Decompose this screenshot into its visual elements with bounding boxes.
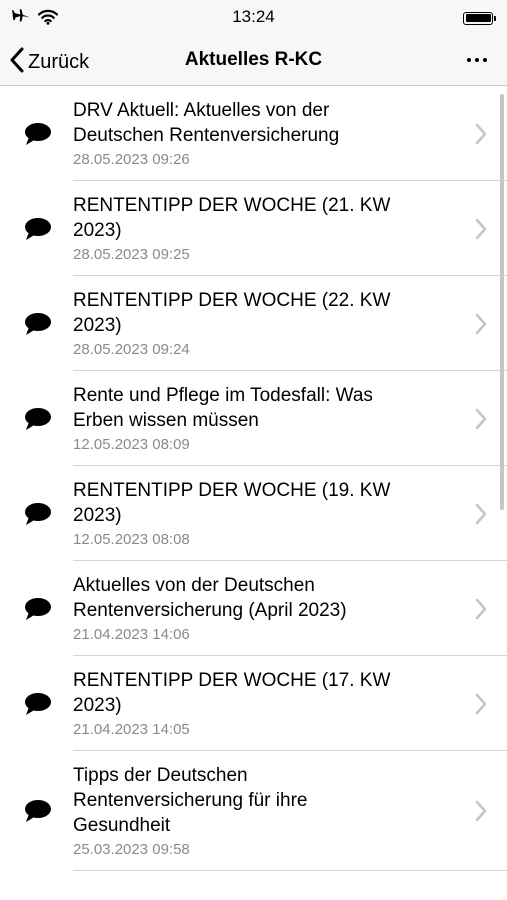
item-title-line: Erben wissen müssen	[73, 410, 259, 431]
news-list: DRV Aktuell: Aktuelles von der Deutschen…	[0, 86, 507, 900]
item-title-line: RENTENTIPP DER WOCHE (21. KW	[73, 195, 391, 216]
item-title-line: 2023)	[73, 220, 122, 241]
item-title-line: Rentenversicherung für ihre	[73, 790, 308, 811]
item-date: 12.05.2023 08:09	[73, 436, 190, 453]
list-item[interactable]: Aktuelles von der Deutschen Rentenversic…	[0, 561, 507, 656]
nav-bar: Zurück Aktuelles R-KC	[0, 36, 507, 86]
screen: 13:24 Zurück Aktuelles R-KC DRV Aktuell:…	[0, 0, 507, 900]
item-date: 12.05.2023 08:08	[73, 531, 190, 548]
item-date: 28.05.2023 09:25	[73, 246, 190, 263]
more-icon[interactable]	[467, 58, 487, 62]
chevron-right-icon	[475, 598, 487, 619]
list-item[interactable]: RENTENTIPP DER WOCHE (19. KW 2023) 12.05…	[0, 466, 507, 561]
speech-bubble-icon	[25, 502, 51, 525]
item-title-line: RENTENTIPP DER WOCHE (22. KW	[73, 290, 391, 311]
chevron-right-icon	[475, 123, 487, 144]
item-title-line: DRV Aktuell: Aktuelles von der	[73, 100, 330, 121]
speech-bubble-icon	[25, 217, 51, 240]
chevron-right-icon	[475, 503, 487, 524]
item-title-line: Deutschen Rentenversicherung	[73, 125, 340, 146]
list-item[interactable]: Rente und Pflege im Todesfall: Was Erben…	[0, 371, 507, 466]
speech-bubble-icon	[25, 597, 51, 620]
battery-icon	[463, 11, 497, 25]
speech-bubble-icon	[25, 800, 51, 822]
item-date: 25.03.2023 09:58	[73, 841, 190, 858]
status-bar: 13:24	[0, 0, 507, 36]
speech-bubble-icon	[25, 312, 51, 335]
item-title-line: RENTENTIPP DER WOCHE (17. KW	[73, 670, 391, 691]
item-title-line: Tipps der Deutschen	[73, 765, 248, 786]
item-title-line: Rente und Pflege im Todesfall: Was	[73, 385, 373, 406]
item-date: 28.05.2023 09:24	[73, 341, 190, 358]
status-time: 13:24	[232, 7, 275, 26]
list-item[interactable]: RENTENTIPP DER WOCHE (17. KW 2023) 21.04…	[0, 656, 507, 751]
item-title-line: 2023)	[73, 505, 122, 526]
item-date: 28.05.2023 09:26	[73, 151, 190, 168]
scrollbar[interactable]	[500, 94, 504, 510]
item-title-line: RENTENTIPP DER WOCHE (19. KW	[73, 480, 391, 501]
chevron-right-icon	[475, 218, 487, 239]
list-item[interactable]: DRV Aktuell: Aktuelles von der Deutschen…	[0, 86, 507, 181]
speech-bubble-icon	[25, 407, 51, 430]
page-title: Aktuelles R-KC	[184, 49, 323, 70]
item-title-line: Rentenversicherung (April 2023)	[73, 600, 347, 621]
item-date: 21.04.2023 14:05	[73, 721, 190, 738]
item-title-line: 2023)	[73, 315, 122, 336]
list-item[interactable]: Tipps der Deutschen Rentenversicherung f…	[0, 751, 507, 871]
item-title-line: Aktuelles von der Deutschen	[73, 575, 315, 596]
chevron-right-icon	[475, 693, 487, 714]
list-item[interactable]: RENTENTIPP DER WOCHE (22. KW 2023) 28.05…	[0, 276, 507, 371]
item-title-line: 2023)	[73, 695, 122, 716]
chevron-right-icon	[475, 800, 487, 822]
list-item[interactable]: RENTENTIPP DER WOCHE (21. KW 2023) 28.05…	[0, 181, 507, 276]
speech-bubble-icon	[25, 122, 51, 145]
item-title-line: Gesundheit	[73, 815, 171, 836]
item-date: 21.04.2023 14:06	[73, 626, 190, 643]
chevron-right-icon	[475, 313, 487, 334]
chevron-right-icon	[475, 408, 487, 429]
speech-bubble-icon	[25, 692, 51, 715]
